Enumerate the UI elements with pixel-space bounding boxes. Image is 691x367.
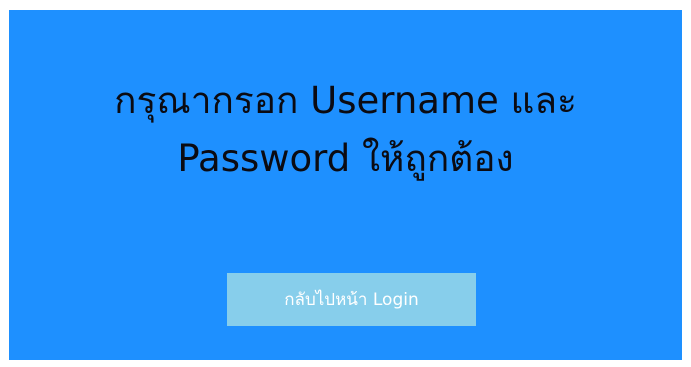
back-to-login-button[interactable]: กลับไปหน้า Login bbox=[227, 273, 476, 326]
error-message: กรุณากรอก Username และ Password ให้ถูกต้… bbox=[9, 72, 682, 188]
error-panel: กรุณากรอก Username และ Password ให้ถูกต้… bbox=[9, 10, 682, 360]
error-message-line-1: กรุณากรอก Username และ bbox=[114, 79, 577, 122]
error-message-line-2: Password ให้ถูกต้อง bbox=[177, 137, 514, 180]
